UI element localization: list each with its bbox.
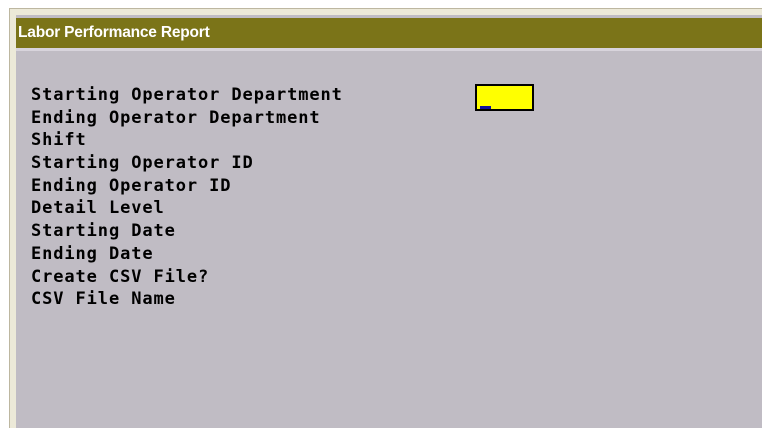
window-title: Labor Performance Report [18,24,210,41]
text-cursor [480,106,491,109]
label-create-csv-file: Create CSV File? [31,266,210,287]
label-ending-date: Ending Date [31,243,154,264]
label-ending-operator-department: Ending Operator Department [31,107,321,128]
title-bar: Labor Performance Report [16,18,762,48]
label-shift: Shift [31,130,87,151]
title-divider [16,48,762,51]
label-detail-level: Detail Level [31,198,165,219]
window-frame: Labor Performance Report Starting Operat… [9,8,762,428]
report-window: Labor Performance Report Starting Operat… [16,15,762,428]
label-csv-file-name: CSV File Name [31,289,176,310]
label-starting-operator-id: Starting Operator ID [31,153,254,174]
label-starting-date: Starting Date [31,221,176,242]
label-ending-operator-id: Ending Operator ID [31,175,232,196]
field-label-list: Starting Operator Department Ending Oper… [31,84,343,311]
label-starting-operator-department: Starting Operator Department [31,85,343,105]
